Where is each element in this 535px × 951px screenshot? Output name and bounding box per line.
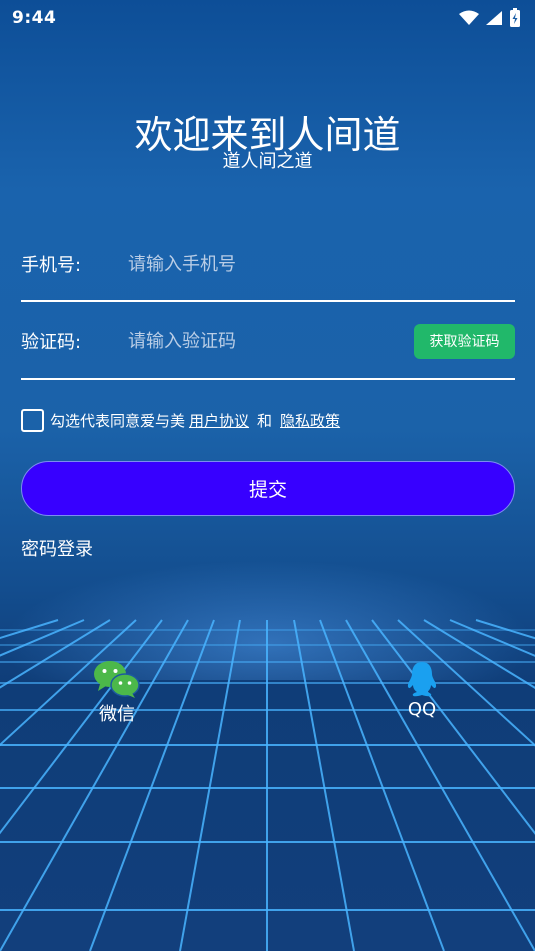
status-time: 9:44 xyxy=(12,8,57,28)
status-icons xyxy=(459,8,521,28)
phone-underline xyxy=(21,300,515,302)
password-login-link[interactable]: 密码登录 xyxy=(21,535,93,561)
qq-login[interactable]: QQ xyxy=(398,661,446,720)
page-subtitle: 道人间之道 xyxy=(222,151,313,172)
agreement-text: 勾选代表同意爱与美 xyxy=(50,411,186,430)
perspective-grid-background xyxy=(0,619,535,951)
privacy-policy-link[interactable]: 隐私政策 xyxy=(280,410,340,431)
user-agreement-link[interactable]: 用户协议 xyxy=(189,410,249,431)
wifi-icon xyxy=(459,10,479,25)
signal-icon xyxy=(486,11,502,25)
code-underline xyxy=(21,378,515,380)
battery-icon xyxy=(510,8,520,27)
qq-icon xyxy=(407,662,437,697)
code-input[interactable] xyxy=(128,330,414,352)
get-code-button[interactable]: 获取验证码 xyxy=(414,323,515,359)
code-row: 验证码: 获取验证码 xyxy=(21,311,515,371)
qq-label: QQ xyxy=(407,699,437,720)
wechat-label: 微信 xyxy=(99,704,135,725)
code-label: 验证码: xyxy=(21,332,82,353)
agreement-checkbox[interactable] xyxy=(21,408,44,432)
phone-label: 手机号: xyxy=(21,255,82,276)
agreement-row: 勾选代表同意爱与美 用户协议 和 隐私政策 xyxy=(21,407,344,433)
wechat-icon xyxy=(94,661,140,698)
phone-row: 手机号: xyxy=(21,234,515,294)
agreement-and: 和 xyxy=(257,411,273,430)
status-bar: 9:44 xyxy=(0,0,535,36)
phone-input[interactable] xyxy=(128,253,515,275)
submit-button[interactable]: 提交 xyxy=(21,461,515,516)
wechat-login[interactable]: 微信 xyxy=(93,660,141,726)
